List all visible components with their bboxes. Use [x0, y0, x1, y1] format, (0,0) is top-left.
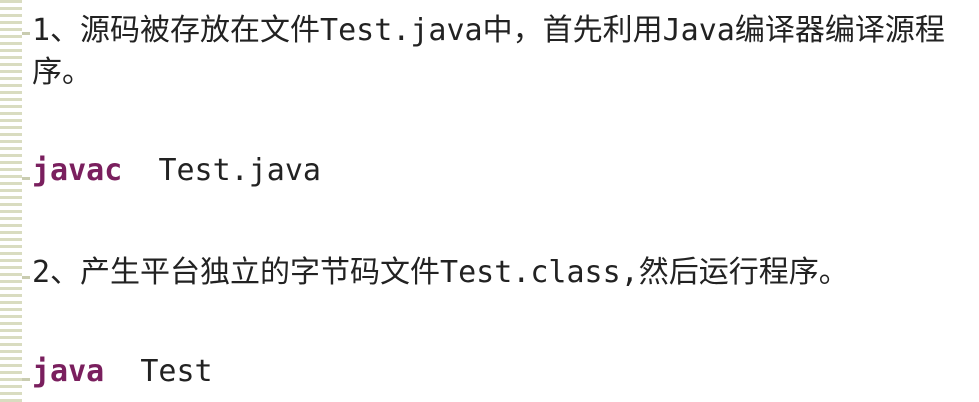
compile-keyword: javac [32, 153, 123, 188]
slide: 1、源码被存放在文件Test.java中，首先利用Java编译器编译源程序。 j… [0, 0, 979, 402]
run-keyword: java [32, 354, 105, 389]
step2-paragraph: 2、产生平台独立的字节码文件Test.class,然后运行程序。 [32, 255, 849, 290]
step1-paragraph: 1、源码被存放在文件Test.java中，首先利用Java编译器编译源程序。 [32, 13, 945, 90]
compile-argument: Test.java [158, 153, 321, 188]
bullet-marker [22, 378, 30, 381]
bullet-marker [22, 32, 30, 35]
run-command: java Test [32, 354, 213, 389]
compile-command: javac Test.java [32, 153, 321, 188]
left-stripe-decoration [0, 0, 22, 402]
bullet-marker [22, 177, 30, 180]
run-argument: Test [140, 354, 213, 389]
bullet-marker [22, 276, 30, 279]
